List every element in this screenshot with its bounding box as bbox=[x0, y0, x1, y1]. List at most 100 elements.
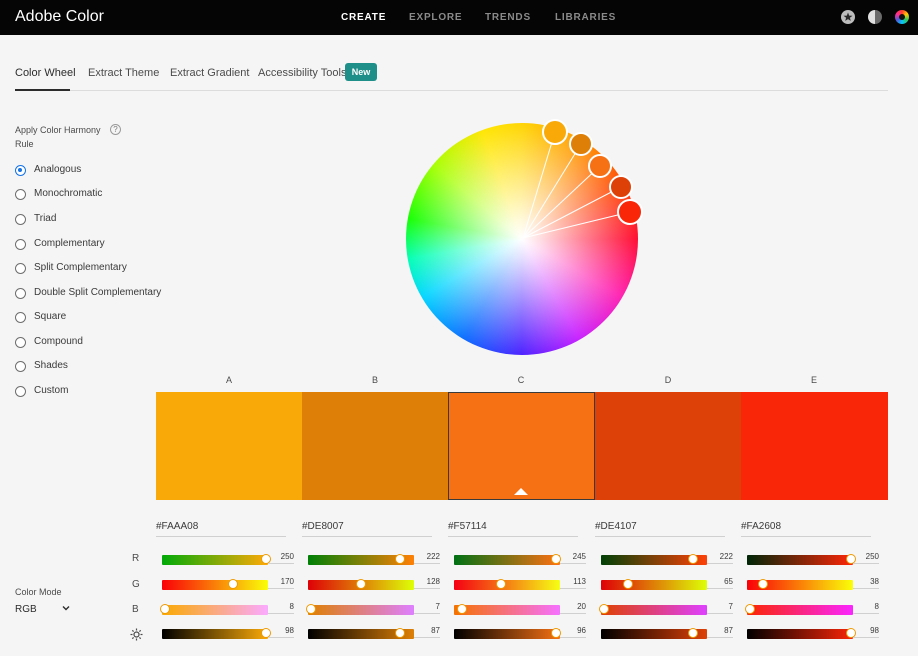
channel-value-input[interactable]: 113 bbox=[560, 577, 586, 589]
tab-extract-theme[interactable]: Extract Theme bbox=[88, 67, 159, 79]
brightness-slider[interactable] bbox=[601, 628, 707, 639]
hex-input[interactable]: #FAAA08 bbox=[156, 521, 286, 537]
slider-handle[interactable] bbox=[305, 604, 316, 614]
color-handle[interactable] bbox=[609, 175, 633, 199]
brightness-slider[interactable] bbox=[747, 628, 856, 639]
channel-value-input[interactable]: 98 bbox=[268, 626, 294, 638]
red-slider[interactable] bbox=[454, 554, 561, 565]
green-slider[interactable] bbox=[308, 579, 414, 590]
channel-value-input[interactable]: 250 bbox=[853, 552, 879, 564]
blue-slider[interactable] bbox=[160, 604, 268, 615]
brightness-slider[interactable] bbox=[162, 628, 271, 639]
slider-handle[interactable] bbox=[356, 579, 367, 589]
blue-slider[interactable] bbox=[745, 604, 853, 615]
channel-value-input[interactable]: 7 bbox=[707, 602, 733, 614]
help-icon[interactable]: ? bbox=[110, 124, 121, 135]
green-slider[interactable] bbox=[454, 579, 560, 590]
channel-value-input[interactable]: 222 bbox=[414, 552, 440, 564]
color-mode-select[interactable]: RGB bbox=[15, 604, 37, 615]
slider-handle[interactable] bbox=[598, 604, 609, 614]
channel-value-input[interactable]: 87 bbox=[707, 626, 733, 638]
channel-value-input[interactable]: 20 bbox=[560, 602, 586, 614]
profile-star-icon[interactable] bbox=[841, 10, 855, 24]
color-swatch[interactable] bbox=[741, 392, 888, 500]
radio-button[interactable] bbox=[15, 337, 26, 348]
radio-button[interactable] bbox=[15, 189, 26, 200]
channel-value-input[interactable]: 65 bbox=[707, 577, 733, 589]
harmony-rule-label: Square bbox=[34, 311, 67, 322]
slider-handle[interactable] bbox=[160, 604, 171, 614]
color-handle[interactable] bbox=[588, 154, 612, 178]
radio-button[interactable] bbox=[15, 263, 26, 274]
channel-value-input[interactable]: 128 bbox=[414, 577, 440, 589]
harmony-rule-label: Split Complementary bbox=[34, 262, 127, 273]
radio-button[interactable] bbox=[15, 165, 26, 176]
color-swatch[interactable] bbox=[302, 392, 449, 500]
blue-slider[interactable] bbox=[305, 604, 414, 615]
hex-input[interactable]: #DE4107 bbox=[595, 521, 725, 537]
hex-input[interactable]: #DE8007 bbox=[302, 521, 432, 537]
channel-value-input[interactable]: 96 bbox=[560, 626, 586, 638]
red-slider[interactable] bbox=[601, 554, 707, 565]
channel-value-input[interactable]: 170 bbox=[268, 577, 294, 589]
channel-value-input[interactable]: 245 bbox=[560, 552, 586, 564]
brightness-slider[interactable] bbox=[308, 628, 414, 639]
color-handle[interactable] bbox=[542, 119, 568, 145]
slider-handle[interactable] bbox=[457, 604, 468, 614]
color-wheel-handles[interactable] bbox=[406, 119, 643, 355]
radio-button[interactable] bbox=[15, 312, 26, 323]
handle-line bbox=[522, 165, 601, 239]
hex-input[interactable]: #FA2608 bbox=[741, 521, 871, 537]
radio-button[interactable] bbox=[15, 239, 26, 250]
color-swatch[interactable] bbox=[595, 392, 742, 500]
color-handle[interactable] bbox=[569, 132, 593, 156]
slider-handle[interactable] bbox=[688, 628, 699, 638]
nav-libraries[interactable]: LIBRARIES bbox=[555, 12, 616, 23]
green-slider[interactable] bbox=[747, 579, 853, 590]
color-swatch[interactable] bbox=[448, 392, 595, 500]
channel-value-input[interactable]: 98 bbox=[853, 626, 879, 638]
new-badge: New bbox=[345, 63, 377, 81]
hex-input[interactable]: #F57114 bbox=[448, 521, 578, 537]
slider-handle[interactable] bbox=[745, 604, 756, 614]
nav-explore[interactable]: EXPLORE bbox=[409, 12, 462, 23]
slider-handle[interactable] bbox=[495, 579, 506, 589]
green-slider[interactable] bbox=[162, 579, 268, 590]
tab-extract-gradient[interactable]: Extract Gradient bbox=[170, 67, 249, 79]
radio-button[interactable] bbox=[15, 361, 26, 372]
tab-color-wheel[interactable]: Color Wheel bbox=[15, 67, 76, 79]
brightness-slider[interactable] bbox=[454, 628, 561, 639]
contrast-icon[interactable] bbox=[868, 10, 882, 24]
channel-value-input[interactable]: 87 bbox=[414, 626, 440, 638]
green-slider[interactable] bbox=[601, 579, 707, 590]
channel-value-input[interactable]: 8 bbox=[268, 602, 294, 614]
app-title[interactable]: Adobe Color bbox=[15, 8, 104, 26]
color-swatch[interactable] bbox=[156, 392, 303, 500]
nav-create[interactable]: CREATE bbox=[341, 12, 386, 23]
red-slider[interactable] bbox=[162, 554, 271, 565]
chevron-down-icon[interactable] bbox=[61, 603, 71, 616]
slider-handle[interactable] bbox=[757, 579, 768, 589]
blue-slider[interactable] bbox=[598, 604, 707, 615]
slider-handle[interactable] bbox=[227, 579, 238, 589]
slider-handle[interactable] bbox=[688, 554, 699, 564]
color-wheel-icon[interactable] bbox=[895, 10, 909, 24]
red-slider[interactable] bbox=[308, 554, 414, 565]
channel-value-input[interactable]: 38 bbox=[853, 577, 879, 589]
blue-slider[interactable] bbox=[454, 604, 560, 615]
radio-button[interactable] bbox=[15, 386, 26, 397]
channel-value-input[interactable]: 250 bbox=[268, 552, 294, 564]
swatch-letter: A bbox=[225, 375, 232, 385]
slider-handle[interactable] bbox=[395, 628, 406, 638]
tab-accessibility-tools[interactable]: Accessibility Tools bbox=[258, 67, 346, 79]
channel-value-input[interactable]: 7 bbox=[414, 602, 440, 614]
radio-button[interactable] bbox=[15, 288, 26, 299]
radio-button[interactable] bbox=[15, 214, 26, 225]
channel-value-input[interactable]: 222 bbox=[707, 552, 733, 564]
nav-trends[interactable]: TRENDS bbox=[485, 12, 531, 23]
channel-value-input[interactable]: 8 bbox=[853, 602, 879, 614]
slider-handle[interactable] bbox=[623, 579, 634, 589]
color-handle[interactable] bbox=[617, 199, 643, 225]
red-slider[interactable] bbox=[747, 554, 856, 565]
slider-handle[interactable] bbox=[395, 554, 406, 564]
